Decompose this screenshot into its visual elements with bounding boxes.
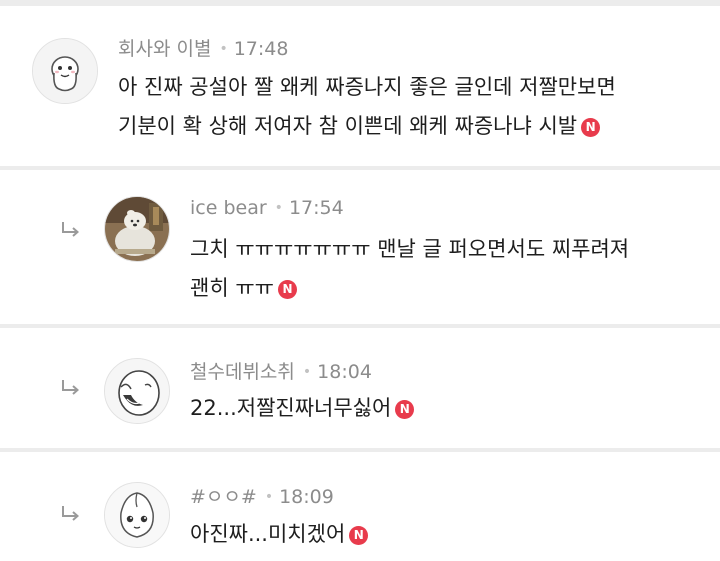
- comment-body: 22...저짤진짜너무싫어 N: [190, 389, 415, 428]
- separator-dot: •: [264, 489, 274, 505]
- avatar[interactable]: [104, 482, 170, 548]
- comment-body: 아진짜...미치겠어 N: [190, 515, 369, 554]
- comment-line: 22...저짤진짜너무싫어: [190, 396, 392, 420]
- comment-line: 그치 ㅠㅠㅠㅠㅠㅠㅠ 맨날 글 퍼오면서도 찌푸려져: [190, 237, 630, 261]
- comment-meta: #ㅇㅇ# • 18:09: [190, 482, 334, 509]
- avatar[interactable]: [32, 38, 98, 104]
- new-badge-icon: N: [581, 118, 601, 137]
- comment-author[interactable]: 철수데뷔소취: [190, 361, 295, 383]
- new-badge-icon: N: [349, 526, 369, 545]
- separator-dot: •: [219, 41, 228, 57]
- comment-item: 회사와 이별 • 17:48 아 진짜 공설아 짤 왜케 짜증나지 좋은 글인데 저…: [0, 6, 720, 166]
- comment-line: 아진짜...미치겠어: [190, 522, 346, 546]
- avatar[interactable]: [104, 196, 170, 262]
- reply-arrow-icon: [62, 222, 80, 237]
- avatar[interactable]: [104, 358, 170, 424]
- comment-time: 17:48: [233, 38, 289, 60]
- reply-arrow-icon: [62, 506, 80, 521]
- ghost-character-icon: [33, 39, 97, 103]
- bear-character-icon: [105, 197, 169, 261]
- comment-line-with-badge: 아진짜...미치겠어 N: [190, 515, 369, 554]
- separator-dot: •: [274, 200, 283, 216]
- comment-line-with-badge: 기분이 확 상해 저여자 참 이쁜데 왜케 짜증나냐 시발 N: [118, 107, 616, 146]
- reply-arrow-icon: [62, 380, 80, 395]
- comment-body: 아 진짜 공설아 짤 왜케 짜증나지 좋은 글인데 저짤만보면 기분이 확 상해…: [118, 68, 616, 146]
- comment-meta: ice bear • 17:54: [190, 197, 344, 219]
- comment-time: 18:04: [317, 361, 372, 383]
- comment-author[interactable]: ice bear: [190, 197, 267, 219]
- new-badge-icon: N: [395, 400, 415, 419]
- comment-meta: 철수데뷔소취 • 18:04: [190, 357, 372, 384]
- reply-item: ice bear • 17:54 그치 ㅠㅠㅠㅠㅠㅠㅠ 맨날 글 퍼오면서도 찌푸려…: [0, 170, 720, 324]
- new-badge-icon: N: [277, 280, 297, 299]
- peach-character-icon: [105, 483, 169, 547]
- comment-line-with-badge: 22...저짤진짜너무싫어 N: [190, 389, 415, 428]
- comment-time: 18:09: [279, 486, 334, 508]
- comment-meta: 회사와 이별 • 17:48: [118, 34, 288, 61]
- laughing-character-icon: [105, 359, 169, 423]
- comment-body: 그치 ㅠㅠㅠㅠㅠㅠㅠ 맨날 글 퍼오면서도 찌푸려져 괜히 ㅠㅠ N: [190, 230, 629, 308]
- comment-author[interactable]: 회사와 이별: [118, 38, 211, 60]
- comment-author[interactable]: #ㅇㅇ#: [190, 486, 257, 508]
- comment-line: 아 진짜 공설아 짤 왜케 짜증나지 좋은 글인데 저짤만보면: [118, 75, 616, 99]
- separator-dot: •: [302, 364, 312, 380]
- comment-line: 기분이 확 상해 저여자 참 이쁜데 왜케 짜증나냐 시발: [118, 114, 578, 138]
- comment-line-with-badge: 괜히 ㅠㅠ N: [190, 269, 629, 308]
- comment-time: 17:54: [288, 197, 344, 219]
- reply-item: #ㅇㅇ# • 18:09 아진짜...미치겠어 N: [0, 452, 720, 561]
- comment-line: 괜히 ㅠㅠ: [190, 276, 274, 300]
- reply-item: 철수데뷔소취 • 18:04 22...저짤진짜너무싫어 N: [0, 328, 720, 448]
